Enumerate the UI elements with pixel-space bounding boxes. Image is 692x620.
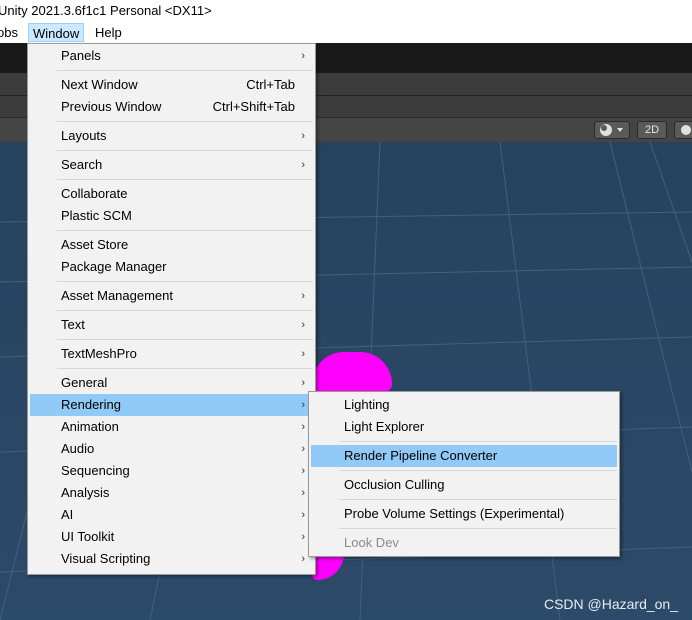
menu-item-plastic-scm[interactable]: Plastic SCM [30,205,313,227]
menu-item-ai[interactable]: AI › [30,504,313,526]
menu-item-collaborate[interactable]: Collaborate [30,183,313,205]
menu-item-analysis[interactable]: Analysis › [30,482,313,504]
mode-2d-toggle[interactable]: 2D [637,121,667,139]
menu-item-audio[interactable]: Audio › [30,438,313,460]
menu-separator [57,310,313,311]
chevron-right-icon: › [301,509,305,521]
menu-bar: obs Window Help [0,22,692,43]
menu-item-asset-store[interactable]: Asset Store [30,234,313,256]
chevron-right-icon: › [301,465,305,477]
menu-item-text[interactable]: Text › [30,314,313,336]
submenu-item-occlusion-culling[interactable]: Occlusion Culling [311,474,617,496]
menu-item-ui-toolkit[interactable]: UI Toolkit › [30,526,313,548]
menu-item-next-window[interactable]: Next Window Ctrl+Tab [30,74,313,96]
menu-item-visual-scripting[interactable]: Visual Scripting › [30,548,313,570]
menu-separator [57,150,313,151]
chevron-right-icon: › [301,50,305,62]
menu-window[interactable]: Window [28,23,85,42]
submenu-item-render-pipeline-converter[interactable]: Render Pipeline Converter [311,445,617,467]
chevron-right-icon: › [301,487,305,499]
menu-item-rendering[interactable]: Rendering › [30,394,313,416]
watermark: CSDN @Hazard_on_ [543,596,678,612]
window-menu: Panels › Next Window Ctrl+Tab Previous W… [27,43,316,575]
submenu-item-look-dev: Look Dev [344,535,399,550]
shortcut-label: Ctrl+Shift+Tab [212,99,295,114]
menu-help[interactable]: Help [95,23,122,42]
chevron-right-icon: › [301,399,305,411]
shading-sphere-icon [600,124,623,136]
menu-separator [57,230,313,231]
chevron-right-icon: › [301,421,305,433]
menu-separator [57,339,313,340]
chevron-right-icon: › [301,531,305,543]
menu-separator [339,499,617,500]
menu-separator [339,441,617,442]
menu-item-panels[interactable]: Panels › [30,45,313,67]
window-title: Unity 2021.3.6f1c1 Personal <DX11> [0,3,212,18]
chevron-right-icon: › [301,319,305,331]
shortcut-label: Ctrl+Tab [246,77,295,92]
menu-item-previous-window[interactable]: Previous Window Ctrl+Shift+Tab [30,96,313,118]
chevron-right-icon: › [301,130,305,142]
submenu-item-probe-volume-settings[interactable]: Probe Volume Settings (Experimental) [311,503,617,525]
menu-separator [57,179,313,180]
rendering-submenu: Lighting Light Explorer Render Pipeline … [308,391,620,557]
menu-item-sequencing[interactable]: Sequencing › [30,460,313,482]
chevron-right-icon: › [301,159,305,171]
menu-separator [339,528,617,529]
chevron-right-icon: › [301,443,305,455]
menu-separator [57,281,313,282]
speaker-icon [681,125,691,135]
menu-item-layouts[interactable]: Layouts › [30,125,313,147]
menu-separator [57,70,313,71]
menu-item-general[interactable]: General › [30,372,313,394]
menu-jobs[interactable]: obs [0,23,18,42]
draw-mode-dropdown[interactable] [594,121,630,139]
menu-item-animation[interactable]: Animation › [30,416,313,438]
menu-separator [57,368,313,369]
menu-item-asset-management[interactable]: Asset Management › [30,285,313,307]
audio-toggle[interactable] [674,121,692,139]
menu-item-textmeshpro[interactable]: TextMeshPro › [30,343,313,365]
chevron-right-icon: › [301,377,305,389]
chevron-right-icon: › [301,553,305,565]
menu-separator [339,470,617,471]
submenu-item-light-explorer[interactable]: Light Explorer [311,416,617,438]
submenu-item-lighting[interactable]: Lighting [311,394,617,416]
chevron-right-icon: › [301,348,305,360]
chevron-right-icon: › [301,290,305,302]
title-bar: Unity 2021.3.6f1c1 Personal <DX11> [0,0,692,22]
menu-item-package-manager[interactable]: Package Manager [30,256,313,278]
menu-separator [57,121,313,122]
menu-item-search[interactable]: Search › [30,154,313,176]
